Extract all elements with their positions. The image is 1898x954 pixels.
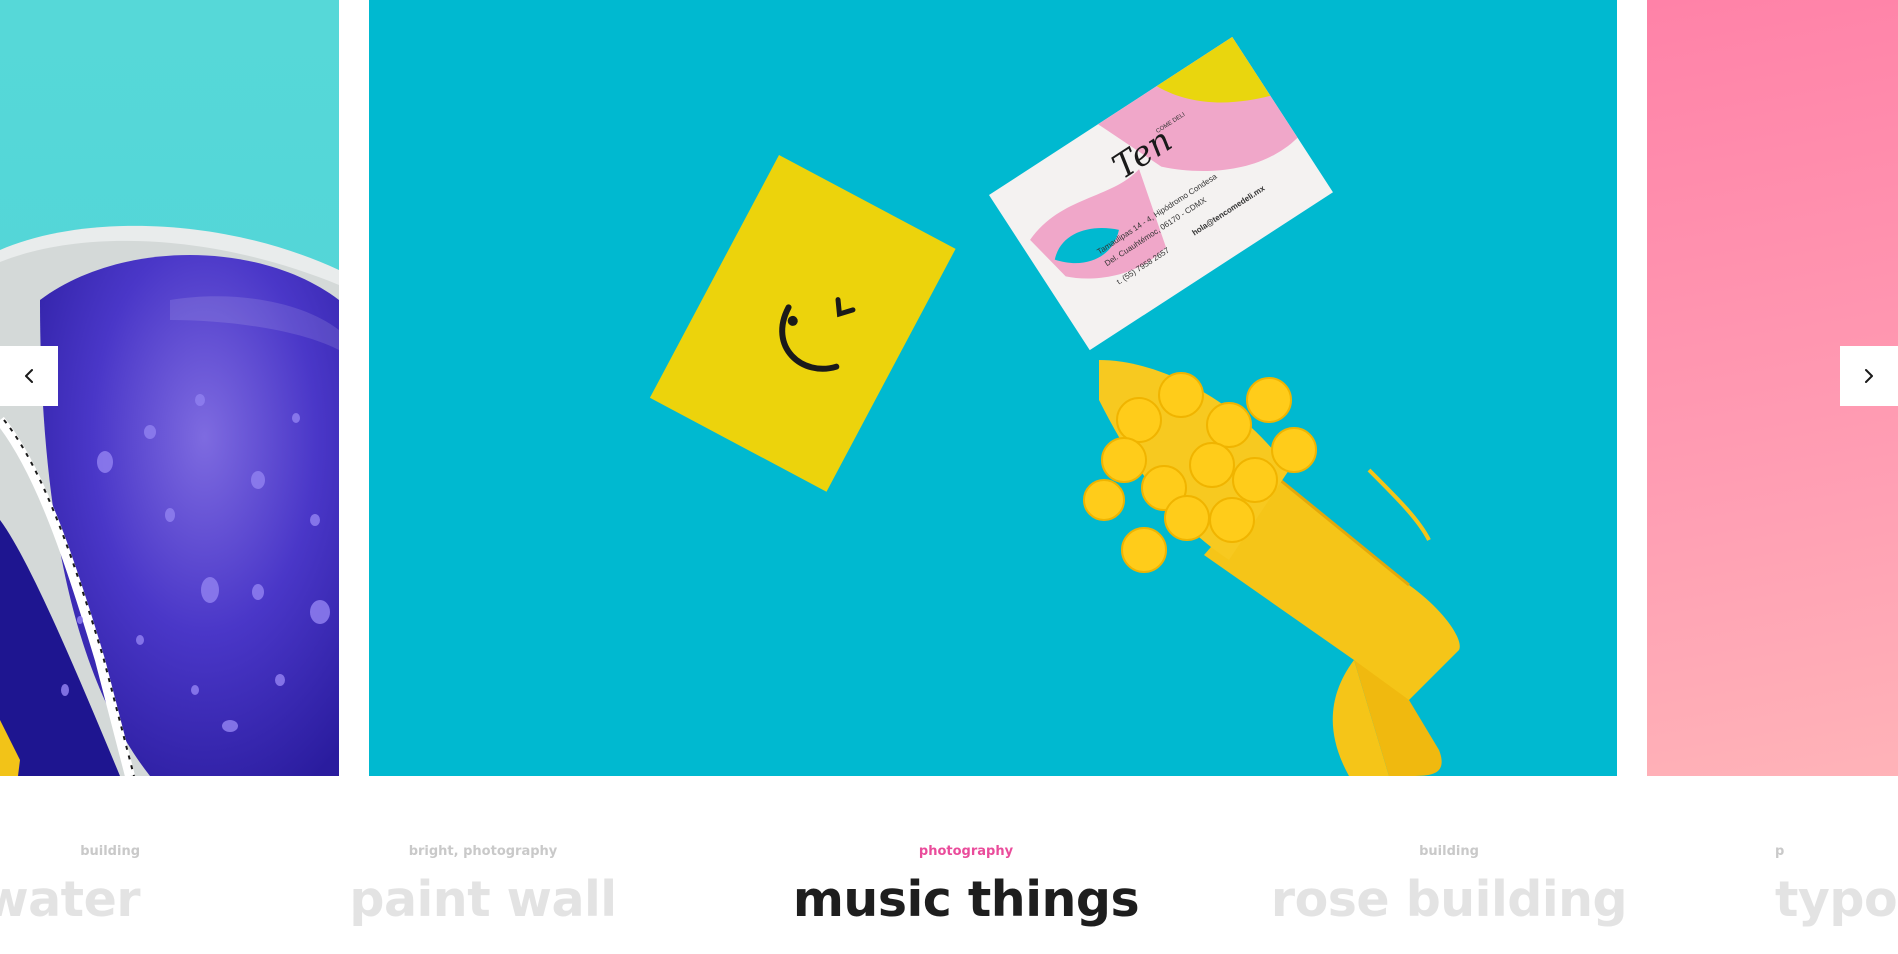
- slide-category: building: [1419, 844, 1479, 859]
- slide-title[interactable]: rose building: [1264, 864, 1634, 936]
- slide-category: p: [1775, 844, 1785, 859]
- slide-title[interactable]: typo: [1775, 864, 1898, 936]
- prev-slide-button[interactable]: [0, 346, 58, 406]
- slide-title[interactable]: water: [0, 864, 141, 936]
- next-slide-button[interactable]: [1840, 346, 1898, 406]
- slide-music-things-image[interactable]: Ten Tamaulipas 14 - 4, Hipódromo Condesa…: [369, 0, 1617, 776]
- chevron-right-icon: [1865, 369, 1873, 383]
- slide-caption-typo[interactable]: p typo: [1775, 840, 1898, 936]
- slide-category: photography: [918, 844, 1014, 859]
- portfolio-slider: Ten Tamaulipas 14 - 4, Hipódromo Condesa…: [0, 0, 1898, 954]
- white-business-card: Ten Tamaulipas 14 - 4, Hipódromo Condesa…: [989, 37, 1333, 351]
- yellow-business-card: [649, 155, 956, 492]
- slide-title[interactable]: music things: [766, 864, 1166, 936]
- slide-category: building: [80, 844, 140, 859]
- slide-caption-water[interactable]: building water: [0, 840, 141, 936]
- slide-title[interactable]: paint wall: [333, 864, 633, 936]
- slide-caption-rose-building[interactable]: building rose building: [1264, 840, 1634, 936]
- slide-category: bright, photography: [408, 844, 558, 859]
- slide-caption-paint-wall[interactable]: bright, photography paint wall: [333, 840, 633, 936]
- chevron-left-icon: [25, 369, 33, 383]
- slide-caption-music-things[interactable]: photography music things: [766, 840, 1166, 936]
- business-cards-illustration: Ten Tamaulipas 14 - 4, Hipódromo Condesa…: [649, 37, 1460, 776]
